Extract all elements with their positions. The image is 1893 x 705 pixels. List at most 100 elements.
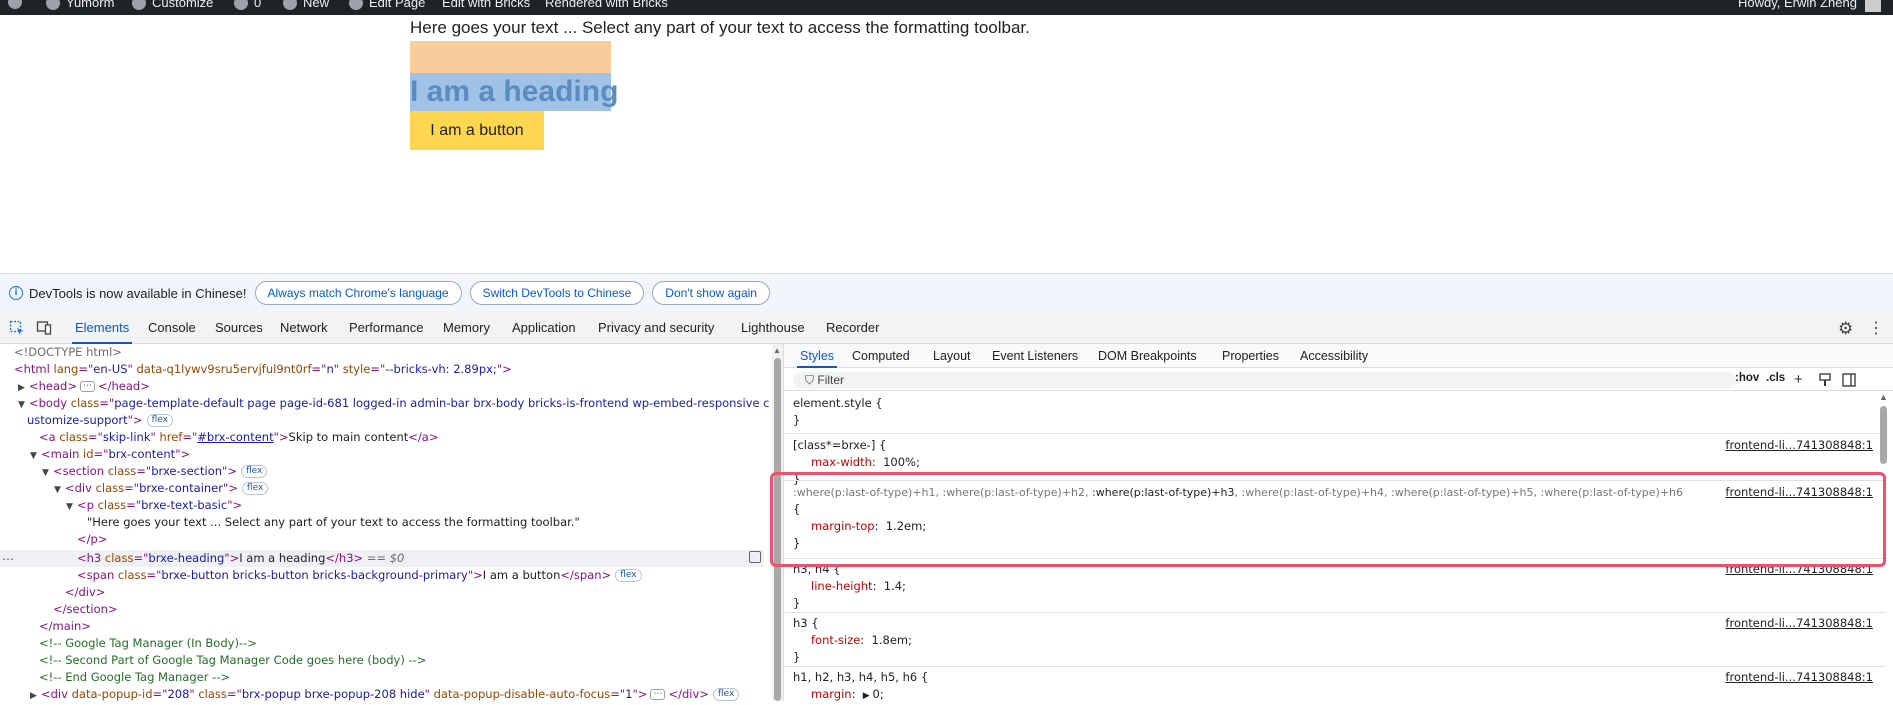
styles-scrollbar[interactable]: ▲ bbox=[1878, 392, 1890, 701]
dom-body-node[interactable]: ▼ <body class="page-template-default page… bbox=[18, 395, 770, 412]
collapsed-ellipsis-icon[interactable]: ⋯ bbox=[79, 381, 95, 392]
tab-memory[interactable]: Memory bbox=[443, 312, 490, 344]
dom-main-close[interactable]: </main> bbox=[39, 618, 91, 635]
admin-bar-account[interactable]: Howdy, Erwin Zheng bbox=[1738, 0, 1857, 10]
comment-3-text: <!-- End Google Tag Manager --> bbox=[39, 670, 231, 684]
flex-badge[interactable]: flex bbox=[241, 482, 269, 495]
skip-link-href[interactable]: #brx-content bbox=[197, 430, 273, 444]
device-toolbar-icon[interactable] bbox=[36, 320, 52, 336]
admin-bar-customize[interactable]: Customize bbox=[132, 0, 213, 10]
paragraph-text[interactable]: Here goes your text ... Select any part … bbox=[410, 18, 1030, 38]
more-options-icon[interactable]: ⋮ bbox=[1868, 318, 1884, 338]
rule-source-link[interactable]: frontend-li...741308848:1 bbox=[1725, 561, 1873, 578]
dom-doctype[interactable]: <!DOCTYPE html> bbox=[14, 344, 122, 361]
devtools-infobar: i DevTools is now available in Chinese! … bbox=[0, 273, 1893, 312]
admin-bar-edit-bricks[interactable]: Edit with Bricks bbox=[442, 0, 530, 10]
scroll-up-icon[interactable]: ▲ bbox=[1879, 392, 1888, 402]
wordpress-logo-icon[interactable] bbox=[8, 0, 22, 9]
flex-badge[interactable]: flex bbox=[146, 414, 173, 427]
rule-source-link[interactable]: frontend-li...741308848:1 bbox=[1725, 437, 1873, 454]
subtab-computed[interactable]: Computed bbox=[852, 344, 910, 368]
collapse-triangle-icon[interactable]: ▼ bbox=[66, 499, 77, 516]
styles-scroll-thumb[interactable] bbox=[1880, 406, 1887, 464]
flex-badge[interactable]: flex bbox=[240, 465, 268, 478]
admin-bar-rendered-bricks[interactable]: Rendered with Bricks bbox=[545, 0, 668, 10]
dom-p-node[interactable]: ▼ <p class="brxe-text-basic"> bbox=[66, 497, 242, 514]
elements-scroll-thumb[interactable] bbox=[774, 358, 781, 701]
settings-gear-icon[interactable]: ⚙ bbox=[1838, 319, 1853, 339]
dom-comment-3[interactable]: <!-- End Google Tag Manager --> bbox=[39, 669, 230, 686]
dom-skip-link[interactable]: <a class="skip-link" href="#brx-content"… bbox=[39, 429, 438, 446]
rule-source-link[interactable]: frontend-li...741308848:1 bbox=[1725, 484, 1873, 501]
dom-p-close[interactable]: </p> bbox=[77, 531, 107, 548]
collapsed-ellipsis-icon[interactable]: ⋯ bbox=[650, 689, 666, 700]
subtab-styles[interactable]: Styles bbox=[796, 344, 838, 368]
dom-section-node[interactable]: ▼ <section class="brxe-section"> flex bbox=[42, 463, 268, 482]
switch-chinese-button[interactable]: Switch DevTools to Chinese bbox=[469, 281, 645, 305]
dom-div-close[interactable]: </div> bbox=[65, 584, 105, 601]
tab-application[interactable]: Application bbox=[512, 312, 576, 344]
reveal-node-icon[interactable] bbox=[749, 551, 761, 563]
scroll-up-icon[interactable]: ▲ bbox=[773, 346, 781, 355]
dom-comment-1[interactable]: <!-- Google Tag Manager (In Body)--> bbox=[39, 635, 257, 652]
collapse-triangle-icon[interactable]: ▼ bbox=[30, 448, 41, 465]
admin-bar-new[interactable]: New bbox=[283, 0, 329, 10]
tab-performance[interactable]: Performance bbox=[349, 312, 423, 344]
dom-html-node[interactable]: <html lang="en-US" data-q1lywv9sru5ervjf… bbox=[14, 361, 512, 378]
tab-lighthouse[interactable]: Lighthouse bbox=[741, 312, 805, 344]
row-actions-icon[interactable]: … bbox=[2, 549, 14, 563]
dom-div-node[interactable]: ▼ <div class="brxe-container"> flex bbox=[54, 480, 269, 499]
subtab-layout[interactable]: Layout bbox=[933, 344, 971, 368]
decl-line-height[interactable]: line-height: 1.4; bbox=[811, 578, 906, 595]
dom-head-node[interactable]: ▶ <head> ⋯ </head> bbox=[18, 378, 150, 395]
decl-margin[interactable]: margin: ▶ 0; bbox=[811, 686, 884, 703]
collapse-triangle-icon[interactable]: ▼ bbox=[42, 465, 53, 482]
cls-toggle[interactable]: .cls bbox=[1766, 372, 1785, 384]
decl-font-size[interactable]: font-size: 1.8em; bbox=[811, 632, 912, 649]
flex-badge[interactable]: flex bbox=[615, 569, 642, 582]
color-format-icon[interactable] bbox=[1818, 373, 1832, 387]
subtab-properties[interactable]: Properties bbox=[1222, 344, 1279, 368]
tab-console[interactable]: Console bbox=[148, 312, 196, 344]
hov-toggle[interactable]: :hov bbox=[1735, 372, 1759, 384]
dom-popup-div[interactable]: ▶ <div data-popup-id="208" class="brx-pop… bbox=[30, 686, 740, 705]
page-heading[interactable]: I am a heading bbox=[410, 73, 618, 111]
dont-show-again-button[interactable]: Don't show again bbox=[652, 281, 770, 305]
tab-recorder[interactable]: Recorder bbox=[826, 312, 879, 344]
avatar[interactable] bbox=[1865, 0, 1881, 12]
dom-span-node[interactable]: <span class="brxe-button bricks-button b… bbox=[77, 567, 642, 584]
rule-source-link[interactable]: frontend-li...741308848:1 bbox=[1725, 669, 1873, 686]
collapse-triangle-icon[interactable]: ▼ bbox=[54, 482, 65, 499]
page-button[interactable]: I am a button bbox=[410, 111, 544, 150]
dom-section-close[interactable]: </section> bbox=[53, 601, 118, 618]
expand-shorthand-icon[interactable]: ▶ bbox=[863, 691, 873, 701]
subtab-event-listeners[interactable]: Event Listeners bbox=[992, 344, 1078, 368]
toggle-sidebar-icon[interactable] bbox=[1842, 373, 1856, 387]
inspect-element-icon[interactable] bbox=[9, 320, 25, 336]
tab-sources[interactable]: Sources bbox=[215, 312, 263, 344]
prop-name: font-size bbox=[811, 633, 861, 647]
tab-privacy-security[interactable]: Privacy and security bbox=[598, 312, 714, 344]
dom-body-node-wrap[interactable]: ustomize-support"> flex bbox=[27, 412, 173, 429]
elements-scrollbar[interactable]: ▲ bbox=[772, 344, 783, 701]
new-rule-icon[interactable]: + bbox=[1794, 371, 1803, 388]
admin-bar-site[interactable]: Yumorm bbox=[46, 0, 114, 10]
rule-source-link[interactable]: frontend-li...741308848:1 bbox=[1725, 615, 1873, 632]
subtab-dom-breakpoints[interactable]: DOM Breakpoints bbox=[1098, 344, 1197, 368]
dom-comment-2[interactable]: <!-- Second Part of Google Tag Manager C… bbox=[39, 652, 426, 669]
admin-bar-edit-page[interactable]: Edit Page bbox=[349, 0, 425, 10]
tab-network[interactable]: Network bbox=[280, 312, 328, 344]
decl-max-width[interactable]: max-width: 100%; bbox=[811, 454, 920, 471]
decl-margin-top[interactable]: margin-top: 1.2em; bbox=[811, 518, 926, 535]
filter-input[interactable]: ⛉ Filter bbox=[793, 372, 1736, 389]
tab-elements[interactable]: Elements bbox=[71, 312, 133, 344]
dom-h3-node[interactable]: <h3 class="brxe-heading">I am a heading<… bbox=[77, 550, 404, 567]
flex-badge[interactable]: flex bbox=[712, 688, 740, 701]
match-language-button[interactable]: Always match Chrome's language bbox=[254, 281, 462, 305]
dom-main-node[interactable]: ▼ <main id="brx-content"> bbox=[30, 446, 190, 463]
plus-icon bbox=[283, 0, 297, 10]
admin-bar-comments[interactable]: 0 bbox=[234, 0, 261, 10]
dom-p-text[interactable]: "Here goes your text ... Select any part… bbox=[87, 514, 580, 531]
subtab-accessibility[interactable]: Accessibility bbox=[1300, 344, 1368, 368]
expand-triangle-icon[interactable]: ▶ bbox=[30, 688, 41, 705]
